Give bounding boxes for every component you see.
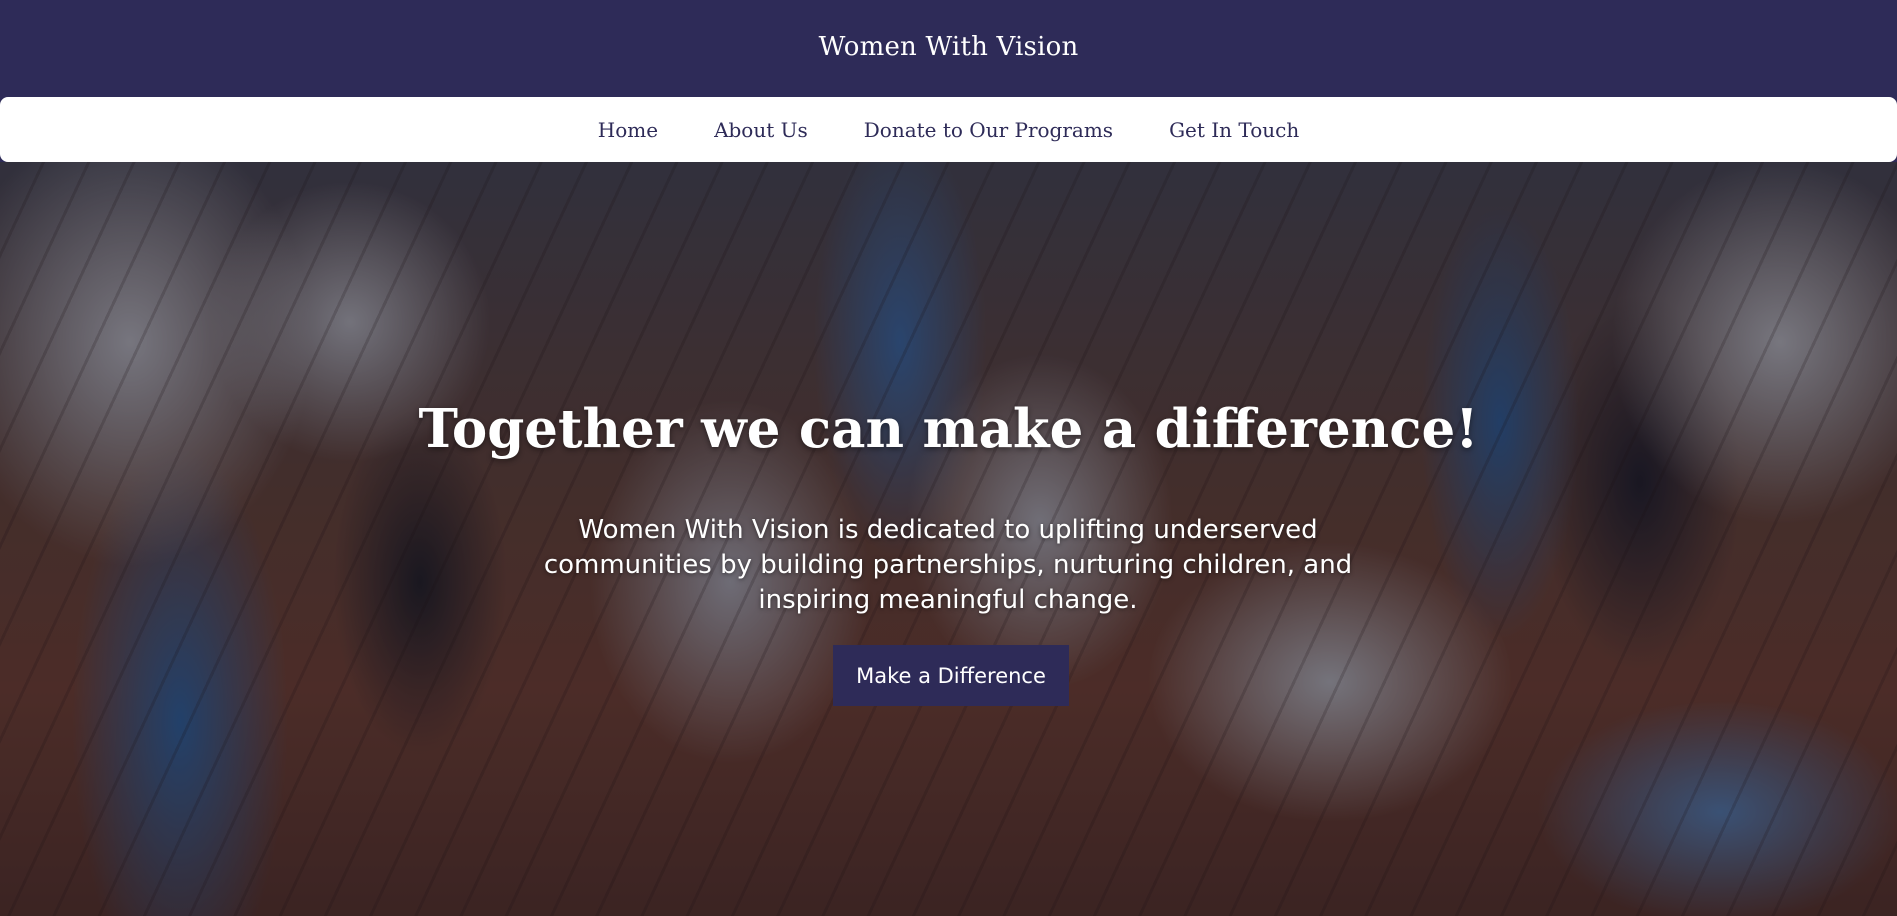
nav-item-get-in-touch[interactable]: Get In Touch xyxy=(1169,118,1299,142)
site-title: Women With Vision xyxy=(818,31,1079,62)
nav-item-home[interactable]: Home xyxy=(598,118,658,142)
make-a-difference-button[interactable]: Make a Difference xyxy=(833,645,1069,706)
hero-description: Women With Vision is dedicated to uplift… xyxy=(543,515,1353,615)
main-nav: Home About Us Donate to Our Programs Get… xyxy=(0,97,1897,162)
nav-item-donate[interactable]: Donate to Our Programs xyxy=(864,118,1113,142)
site-header: Women With Vision xyxy=(0,0,1897,97)
nav-item-about-us[interactable]: About Us xyxy=(714,118,808,142)
hero-title: Together we can make a difference! xyxy=(418,398,1479,460)
hero-section: Together we can make a difference! Women… xyxy=(0,162,1897,916)
